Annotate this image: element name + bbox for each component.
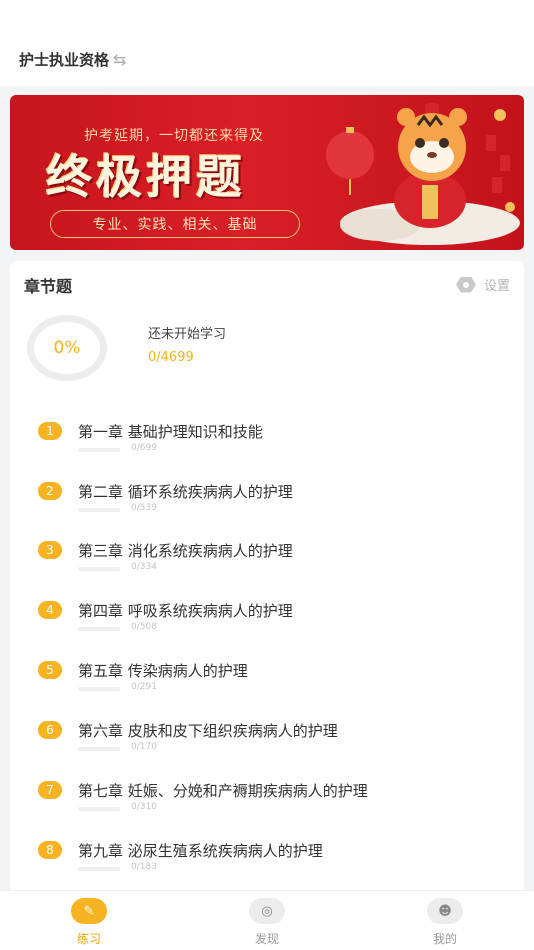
card-title: 章节题 <box>24 277 73 296</box>
chapter-progress-bar <box>78 687 120 691</box>
chapter-title: 第五章 传染病病人的护理 <box>78 662 248 680</box>
chapter-title: 第九章 泌尿生殖系统疾病病人的护理 <box>78 842 323 860</box>
progress-ring: 0% <box>27 315 107 381</box>
chapter-title: 第一章 基础护理知识和技能 <box>78 423 263 441</box>
chapter-number-badge: 2 <box>38 482 62 500</box>
chapter-item[interactable]: 4 第四章 呼吸系统疾病病人的护理 0/508 <box>38 601 508 645</box>
chapter-title: 第六章 皮肤和皮下组织疾病病人的护理 <box>78 722 338 740</box>
progress-status: 还未开始学习 <box>148 327 227 342</box>
chapter-number-badge: 5 <box>38 661 62 679</box>
chapter-item[interactable]: 5 第五章 传染病病人的护理 0/291 <box>38 661 508 705</box>
chapter-count: 0/334 <box>131 562 157 572</box>
chapter-item[interactable]: 6 第六章 皮肤和皮下组织疾病病人的护理 0/170 <box>38 721 508 765</box>
discover-icon: ◎ <box>249 898 285 924</box>
settings-button[interactable]: 设置 <box>455 275 510 294</box>
chapter-progress-bar <box>78 567 120 571</box>
tab-label: 练习 <box>76 932 101 946</box>
chapter-count: 0/539 <box>131 503 157 513</box>
chapter-number-badge: 6 <box>38 721 62 739</box>
chapter-number-badge: 7 <box>38 781 62 799</box>
progress-count: 0/4699 <box>148 350 194 365</box>
chapter-item[interactable]: 8 第九章 泌尿生殖系统疾病病人的护理 0/183 <box>38 841 508 885</box>
promo-banner[interactable]: 护考延期，一切都还来得及 终极押题 专业、实践、相关、基础 <box>10 95 524 250</box>
chapter-title: 第四章 呼吸系统疾病病人的护理 <box>78 602 293 620</box>
chapter-count: 0/310 <box>131 802 157 812</box>
chapter-title: 第三章 消化系统疾病病人的护理 <box>78 542 293 560</box>
banner-title: 终极押题 <box>46 150 246 204</box>
settings-label: 设置 <box>483 279 510 294</box>
chapter-questions-card: 章节题 设置 0% 还未开始学习 0/4699 1 第一章 基础护理知识和技能 … <box>10 261 524 901</box>
exam-title: 护士执业资格 <box>19 51 110 69</box>
chapter-count: 0/699 <box>131 443 157 453</box>
chapter-number-badge: 4 <box>38 601 62 619</box>
chapter-progress-bar <box>78 508 120 512</box>
tab-profile[interactable]: ☻ 我的 <box>356 891 534 950</box>
chapter-progress-bar <box>78 747 120 751</box>
chapter-number-badge: 8 <box>38 841 62 859</box>
chapter-item[interactable]: 2 第二章 循环系统疾病病人的护理 0/539 <box>38 482 508 526</box>
chapter-number-badge: 1 <box>38 422 62 440</box>
top-header: 护士执业资格 ⇆ <box>0 0 534 86</box>
chapter-item[interactable]: 7 第七章 妊娠、分娩和产褥期疾病病人的护理 0/310 <box>38 781 508 825</box>
chapter-progress-bar <box>78 867 120 871</box>
chapter-count: 0/170 <box>131 742 157 752</box>
chapter-count: 0/291 <box>131 682 157 692</box>
settings-icon <box>455 276 476 293</box>
pencil-icon: ✎ <box>71 898 107 924</box>
chapter-title: 第七章 妊娠、分娩和产褥期疾病病人的护理 <box>78 782 368 800</box>
tab-label: 发现 <box>254 932 279 946</box>
chapter-progress-bar <box>78 627 120 631</box>
chapter-title: 第二章 循环系统疾病病人的护理 <box>78 483 293 501</box>
tab-label: 我的 <box>432 932 457 946</box>
chapter-count: 0/508 <box>131 622 157 632</box>
tiger-mascot-illustration <box>326 103 520 245</box>
chapter-progress-bar <box>78 448 120 452</box>
chapter-progress-bar <box>78 807 120 811</box>
bottom-tab-bar: ✎ 练习 ◎ 发现 ☻ 我的 <box>0 890 534 950</box>
profile-icon: ☻ <box>427 898 463 924</box>
chapter-count: 0/183 <box>131 862 157 872</box>
banner-tags: 专业、实践、相关、基础 <box>50 210 300 238</box>
chapter-item[interactable]: 3 第三章 消化系统疾病病人的护理 0/334 <box>38 541 508 585</box>
progress-percent: 0% <box>53 338 81 358</box>
swap-arrows-icon[interactable]: ⇆ <box>113 51 133 67</box>
tab-discover[interactable]: ◎ 发现 <box>178 891 356 950</box>
tab-practice[interactable]: ✎ 练习 <box>0 891 178 950</box>
chapter-number-badge: 3 <box>38 541 62 559</box>
exam-switcher[interactable]: 护士执业资格 ⇆ <box>19 49 133 70</box>
chapter-item[interactable]: 1 第一章 基础护理知识和技能 0/699 <box>38 422 508 466</box>
